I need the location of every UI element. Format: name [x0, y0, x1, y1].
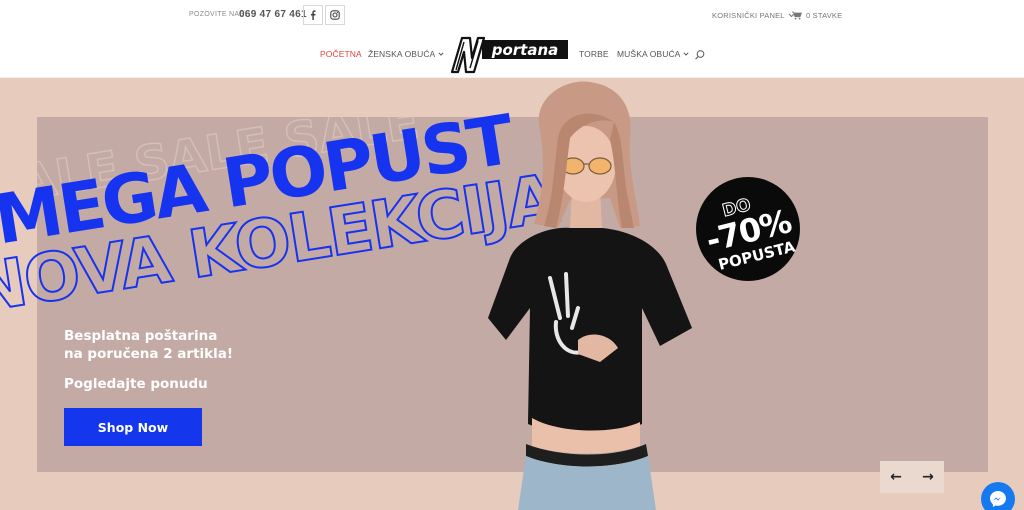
promo-line-3: Pogledajte ponudu	[64, 376, 208, 392]
instagram-link[interactable]	[325, 5, 345, 25]
cart-label: 0 STAVKE	[806, 11, 843, 20]
prev-arrow-icon[interactable]: ←	[890, 470, 902, 484]
contact-label: POZOVITE NAS:	[189, 11, 247, 18]
top-bar: POZOVITE NAS: 069 47 67 461 KORISNIČKI P…	[0, 0, 1024, 34]
nav-item-torbe[interactable]: TORBE	[579, 49, 609, 59]
messenger-icon	[990, 491, 1006, 507]
promo-line-2: na poručena 2 artikla!	[64, 346, 234, 362]
hero-slider: ALE SALE SALE MEGA POPUST NOVA KOLEKCIJA	[0, 78, 1024, 510]
facebook-icon	[310, 10, 316, 20]
contact-phone[interactable]: 069 47 67 461	[239, 9, 307, 20]
cart-link[interactable]: 0 STAVKE	[792, 11, 842, 20]
site-logo[interactable]: portana	[450, 34, 570, 74]
nav-item-muska-obuca[interactable]: MUŠKA OBUĆA	[617, 49, 690, 59]
nav-item-zenska-obuca[interactable]: ŽENSKA OBUĆA	[368, 49, 444, 59]
instagram-icon	[330, 10, 340, 20]
main-nav: POČETNA ŽENSKA OBUĆA portana TORBE MUŠKA…	[0, 34, 1024, 78]
shop-now-button[interactable]: Shop Now	[64, 408, 202, 446]
nav-item-label: MUŠKA OBUĆA	[617, 49, 681, 59]
nav-item-label: ŽENSKA OBUĆA	[368, 49, 436, 59]
account-label: KORISNIČKI PANEL	[712, 11, 785, 20]
nav-item-label: TORBE	[579, 49, 609, 59]
logo-mark	[450, 36, 486, 74]
search-button[interactable]	[694, 48, 706, 60]
messenger-chat-button[interactable]	[981, 482, 1015, 510]
account-menu[interactable]: KORISNIČKI PANEL	[712, 11, 795, 20]
slider-arrows: ← →	[880, 461, 944, 493]
nav-item-pocetna[interactable]: POČETNA	[320, 49, 362, 59]
logo-text: portana	[491, 41, 559, 59]
search-icon	[695, 50, 705, 60]
discount-badge: DO -70% POPUSTA	[696, 177, 800, 281]
cart-icon	[792, 11, 802, 20]
chevron-down-icon	[683, 52, 690, 56]
facebook-link[interactable]	[303, 5, 323, 25]
nav-item-label: POČETNA	[320, 49, 362, 59]
next-arrow-icon[interactable]: →	[922, 470, 934, 484]
hero-model-image	[488, 81, 692, 510]
chevron-down-icon	[438, 52, 444, 56]
promo-line-1: Besplatna poštarina	[64, 328, 218, 344]
